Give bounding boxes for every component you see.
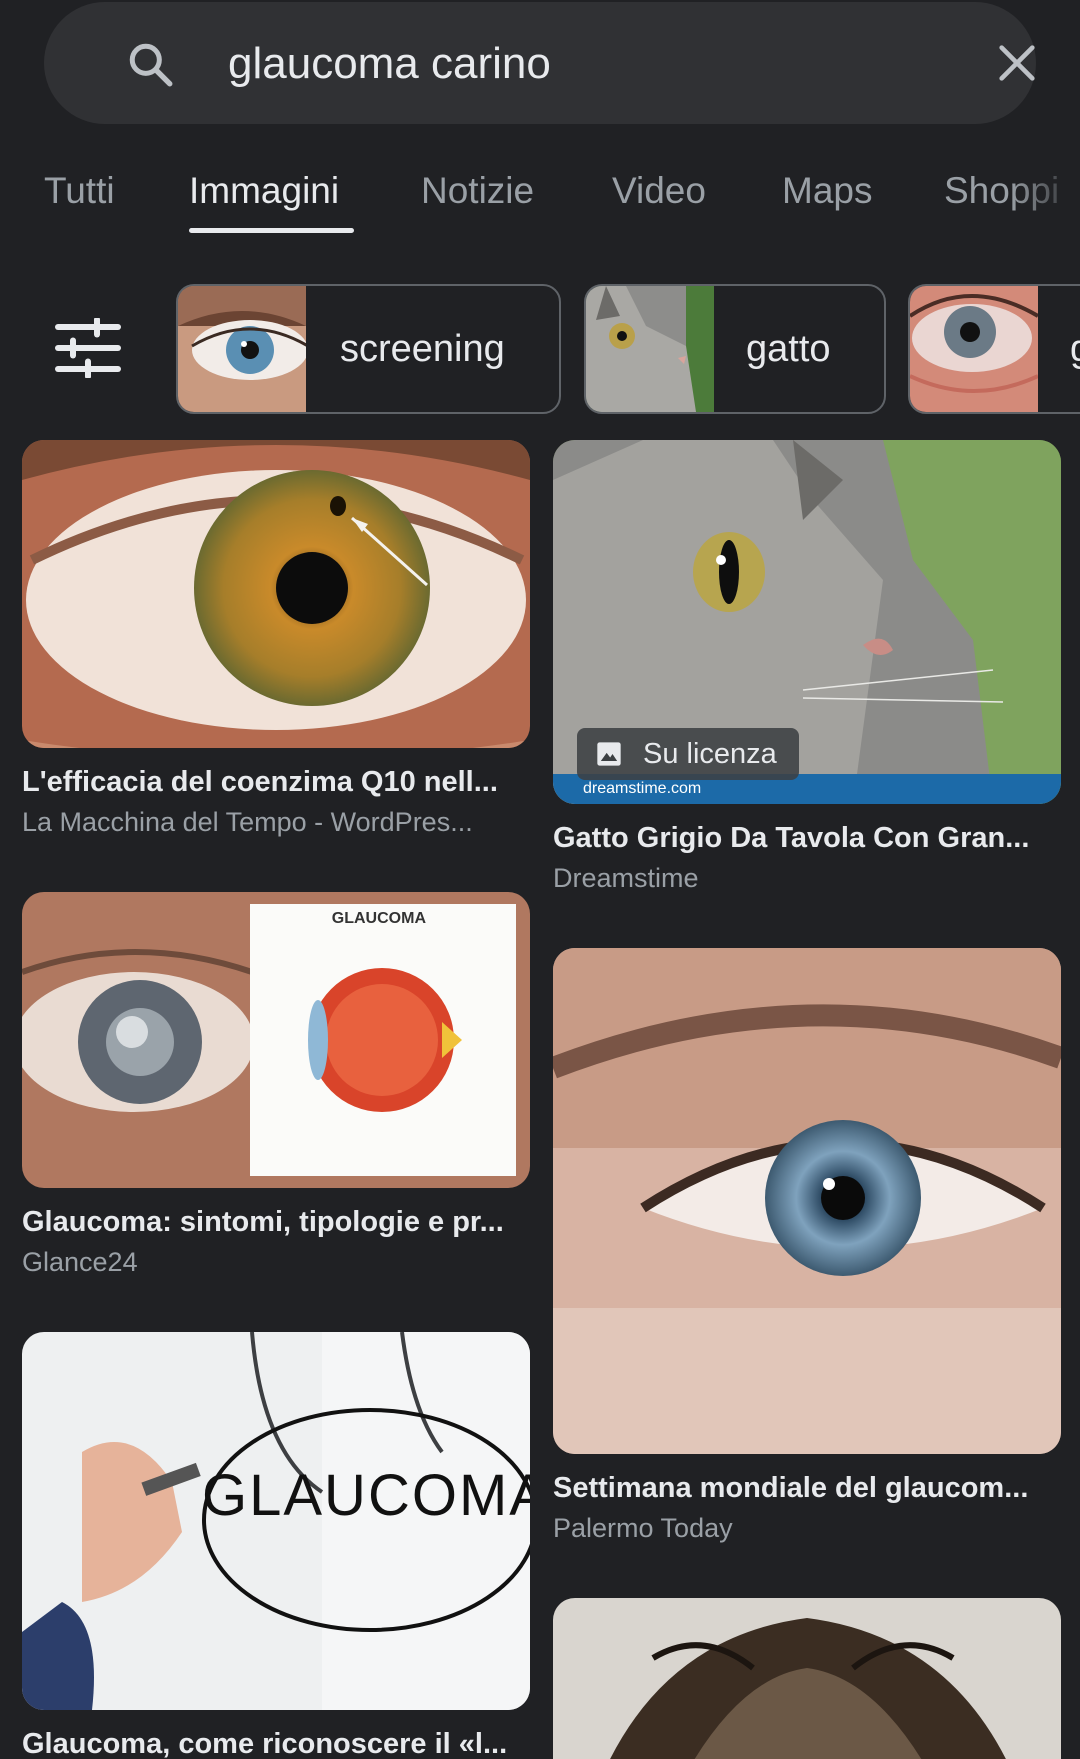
license-badge[interactable]: Su licenza — [577, 728, 799, 780]
result-card-4[interactable]: Settimana mondiale del glaucom... Palerm… — [553, 948, 1061, 1544]
image-icon — [597, 742, 621, 766]
result-title: Settimana mondiale del glaucom... — [553, 1472, 1029, 1504]
search-input[interactable] — [184, 26, 964, 102]
search-tabs: Tutti Immagini Notizie Video Maps Shoppi — [0, 150, 1080, 250]
search-icon[interactable] — [126, 40, 176, 90]
result-title: Glaucoma, come riconoscere il «l... — [22, 1728, 508, 1759]
tab-video[interactable]: Video — [612, 170, 706, 212]
diagram-title: GLAUCOMA — [331, 910, 426, 927]
search-bar[interactable] — [44, 2, 1036, 124]
tab-notizie[interactable]: Notizie — [421, 170, 534, 212]
chip-label: g — [1070, 328, 1080, 371]
result-title: Gatto Grigio Da Tavola Con Gran... — [553, 822, 1030, 854]
result-image — [553, 948, 1061, 1454]
result-image — [22, 440, 530, 748]
result-image: GLAUCOMA — [22, 892, 530, 1188]
tabs-fade — [1010, 150, 1080, 250]
chip-screening[interactable]: screening — [176, 284, 561, 414]
tab-maps[interactable]: Maps — [782, 170, 872, 212]
result-title: L'efficacia del coenzima Q10 nell... — [22, 766, 498, 798]
result-title: Glaucoma: sintomi, tipologie e pr... — [22, 1206, 504, 1238]
result-card-5[interactable]: GLAUCOMA Glaucoma, come riconoscere il «… — [22, 1332, 530, 1759]
chip-partial[interactable]: g — [908, 284, 1080, 414]
close-icon[interactable] — [994, 40, 1040, 86]
result-card-1[interactable]: L'efficacia del coenzima Q10 nell... La … — [22, 440, 530, 838]
tab-immagini[interactable]: Immagini — [189, 170, 339, 212]
chip-thumbnail — [178, 286, 306, 412]
result-card-6[interactable] — [553, 1598, 1061, 1759]
result-source: Dreamstime — [553, 863, 699, 893]
active-tab-indicator — [189, 228, 354, 233]
tune-icon[interactable] — [52, 318, 124, 378]
related-chips: screening gatto — [0, 282, 1080, 416]
chip-label: screening — [340, 328, 505, 370]
result-source: La Macchina del Tempo - WordPres... — [22, 807, 473, 837]
chip-thumbnail — [910, 286, 1038, 412]
image-search-page: Tutti Immagini Notizie Video Maps Shoppi — [0, 0, 1080, 1759]
result-image: dreamstime.com Su licenza — [553, 440, 1061, 804]
chip-gatto[interactable]: gatto — [584, 284, 886, 414]
license-label: Su licenza — [643, 738, 777, 770]
result-source: Palermo Today — [553, 1513, 733, 1543]
result-card-2[interactable]: dreamstime.com Su licenza Gatto Grigio D… — [553, 440, 1061, 894]
result-card-3[interactable]: GLAUCOMA Glaucoma: sintomi, tipologie e … — [22, 892, 530, 1278]
result-image — [553, 1598, 1061, 1759]
result-source: Glance24 — [22, 1247, 138, 1277]
result-image: GLAUCOMA — [22, 1332, 530, 1710]
image-caption-text: GLAUCOMA — [202, 1463, 530, 1528]
chip-thumbnail — [586, 286, 714, 412]
chip-label: gatto — [746, 328, 831, 370]
tab-tutti[interactable]: Tutti — [44, 170, 115, 212]
